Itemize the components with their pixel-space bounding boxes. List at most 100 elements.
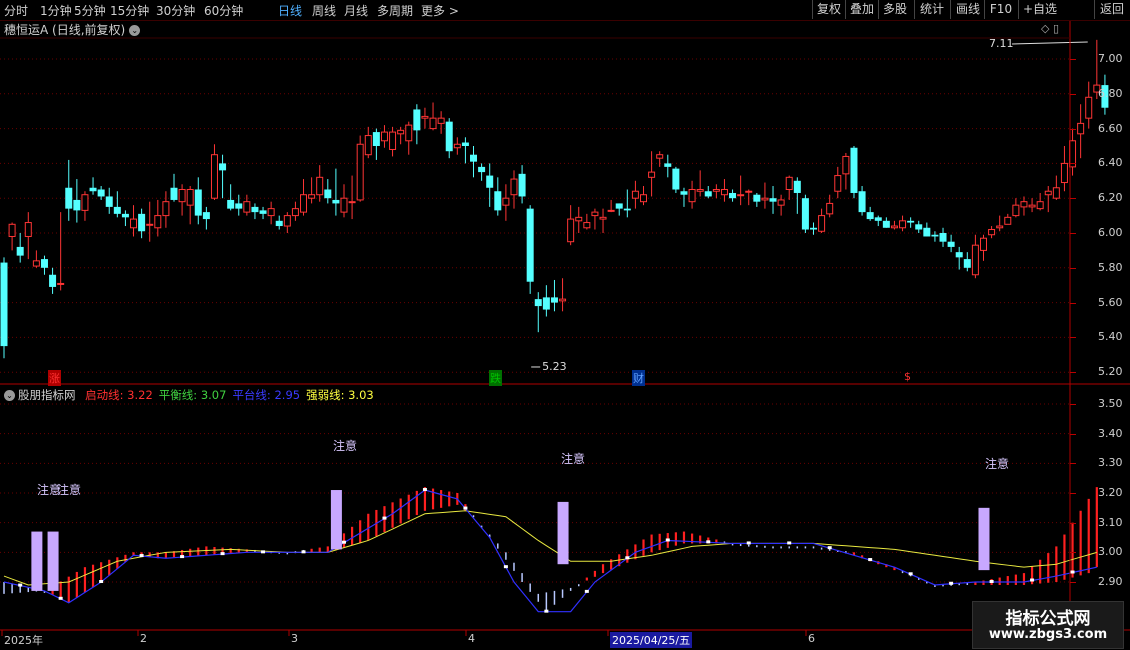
candle-body-down <box>793 180 801 193</box>
platform-dot <box>584 589 589 593</box>
date-axis-label: 4 <box>468 632 475 645</box>
candle-body-up <box>389 131 397 150</box>
candle-body-up <box>421 115 429 119</box>
indicator-tick <box>1070 493 1076 494</box>
candle-body-up <box>210 154 218 199</box>
strength-line <box>3 510 1097 586</box>
date-axis-label: 2 <box>140 632 147 645</box>
candle-body-up <box>559 298 567 302</box>
candle-body-down <box>542 297 550 310</box>
candle-body-down <box>73 199 81 211</box>
candle-body-up <box>283 215 291 227</box>
candle-body-up <box>364 135 372 156</box>
platform-dot <box>544 609 549 613</box>
date-axis-label: 3 <box>291 632 298 645</box>
price-tick-label: 6.40 <box>1098 156 1123 170</box>
candle-body-down <box>850 147 858 193</box>
candle-body-up <box>890 225 898 229</box>
candle-body-up <box>712 189 720 192</box>
candle-body-down <box>915 224 923 230</box>
candle-body-up <box>777 199 785 206</box>
indicator-tick <box>1070 582 1076 583</box>
price-tick <box>1070 337 1076 339</box>
indicator-tick <box>1070 522 1076 524</box>
indicator-tick <box>1070 433 1076 435</box>
candle-body-up <box>405 124 413 142</box>
candle-body-up <box>1052 187 1060 199</box>
low-price-label: 5.23 <box>542 359 567 373</box>
candle-body-down <box>227 199 235 209</box>
chevron-down-icon[interactable]: ⌄ <box>4 390 15 401</box>
indicator-tick-label: 3.10 <box>1098 515 1123 529</box>
candle-body-down <box>259 210 267 214</box>
candle-body-down <box>907 220 915 223</box>
watermark: 指标公式网 www.zbgs3.com <box>972 601 1124 649</box>
candle-body-up <box>971 244 979 276</box>
candle-body-up <box>899 220 907 229</box>
candle-body-up <box>316 176 324 196</box>
date-axis-label: 2025年 <box>4 634 43 647</box>
candle-body-down <box>113 206 121 214</box>
caution-label: 注意 <box>561 452 586 466</box>
watermark-title: 指标公式网 <box>1005 609 1091 629</box>
date-axis-label: 2025/04/25/五 <box>610 632 693 648</box>
candle-body-down <box>65 187 73 209</box>
candle-body-down <box>275 220 283 227</box>
indicator-tick-label: 3.00 <box>1098 545 1123 559</box>
candle-body-up <box>178 189 186 203</box>
candle-body-down <box>219 163 227 171</box>
candle-body-up <box>1028 204 1036 208</box>
candle-body-up <box>162 201 170 217</box>
indicator-tick-label: 2.90 <box>1098 575 1123 588</box>
platform-dot <box>1070 570 1075 574</box>
candle-body-down <box>486 175 494 188</box>
indicator-line-label: 强弱线: 3.03 <box>306 388 374 402</box>
price-tick <box>1070 93 1076 95</box>
candle-body-up <box>267 208 275 217</box>
candle-body-up <box>1077 122 1085 135</box>
price-tick <box>1070 302 1076 304</box>
event-marker: $ <box>903 370 912 383</box>
candle-body-down <box>478 166 486 173</box>
candle-body-down <box>753 194 761 202</box>
indicator-title-bar: ⌄ 股朋指标网 启动线: 3.22 平衡线: 3.07 平台线: 2.95 强弱线: 3… <box>4 387 374 403</box>
candle-body-up <box>720 189 728 196</box>
price-tick <box>1070 163 1076 165</box>
candle-body-up <box>1060 162 1068 184</box>
signal-bar <box>47 531 59 591</box>
candle-body-down <box>235 203 243 209</box>
candle-body-down <box>955 252 963 258</box>
candle-body-up <box>979 237 987 251</box>
candle-body-up <box>1004 216 1012 225</box>
candle-body-down <box>251 206 259 213</box>
candle-body-down <box>729 192 737 199</box>
candle-body-down <box>40 259 48 268</box>
candle-body-down <box>939 233 947 242</box>
candle-body-down <box>947 241 955 247</box>
platform-dot <box>382 516 387 520</box>
price-tick-label: 5.80 <box>1098 260 1123 274</box>
platform-dot <box>261 550 266 554</box>
event-marker: 财 <box>632 370 645 386</box>
candle-body-up <box>591 211 599 217</box>
candle-body-down <box>704 191 712 197</box>
candle-body-up <box>243 201 251 213</box>
candle-body-up <box>308 194 316 199</box>
indicator-line-label: 启动线: 3.22 <box>85 388 153 402</box>
candle-body-down <box>526 208 534 282</box>
indicator-tick-label: 3.50 <box>1098 397 1123 410</box>
price-tick <box>1070 233 1076 234</box>
candle-body-up <box>146 223 154 226</box>
candle-body-down <box>332 199 340 204</box>
caution-label: 注意 <box>57 483 82 497</box>
candle-body-down <box>445 121 453 152</box>
platform-dot <box>341 540 346 544</box>
chart-canvas <box>0 21 1130 636</box>
high-pointer <box>1011 41 1088 45</box>
indicator-tick <box>1070 404 1076 405</box>
candle-body-down <box>413 109 421 131</box>
candle-body-down <box>534 299 542 307</box>
candle-body-up <box>57 282 65 285</box>
candle-body-up <box>81 194 89 211</box>
candle-body-down <box>680 191 688 195</box>
